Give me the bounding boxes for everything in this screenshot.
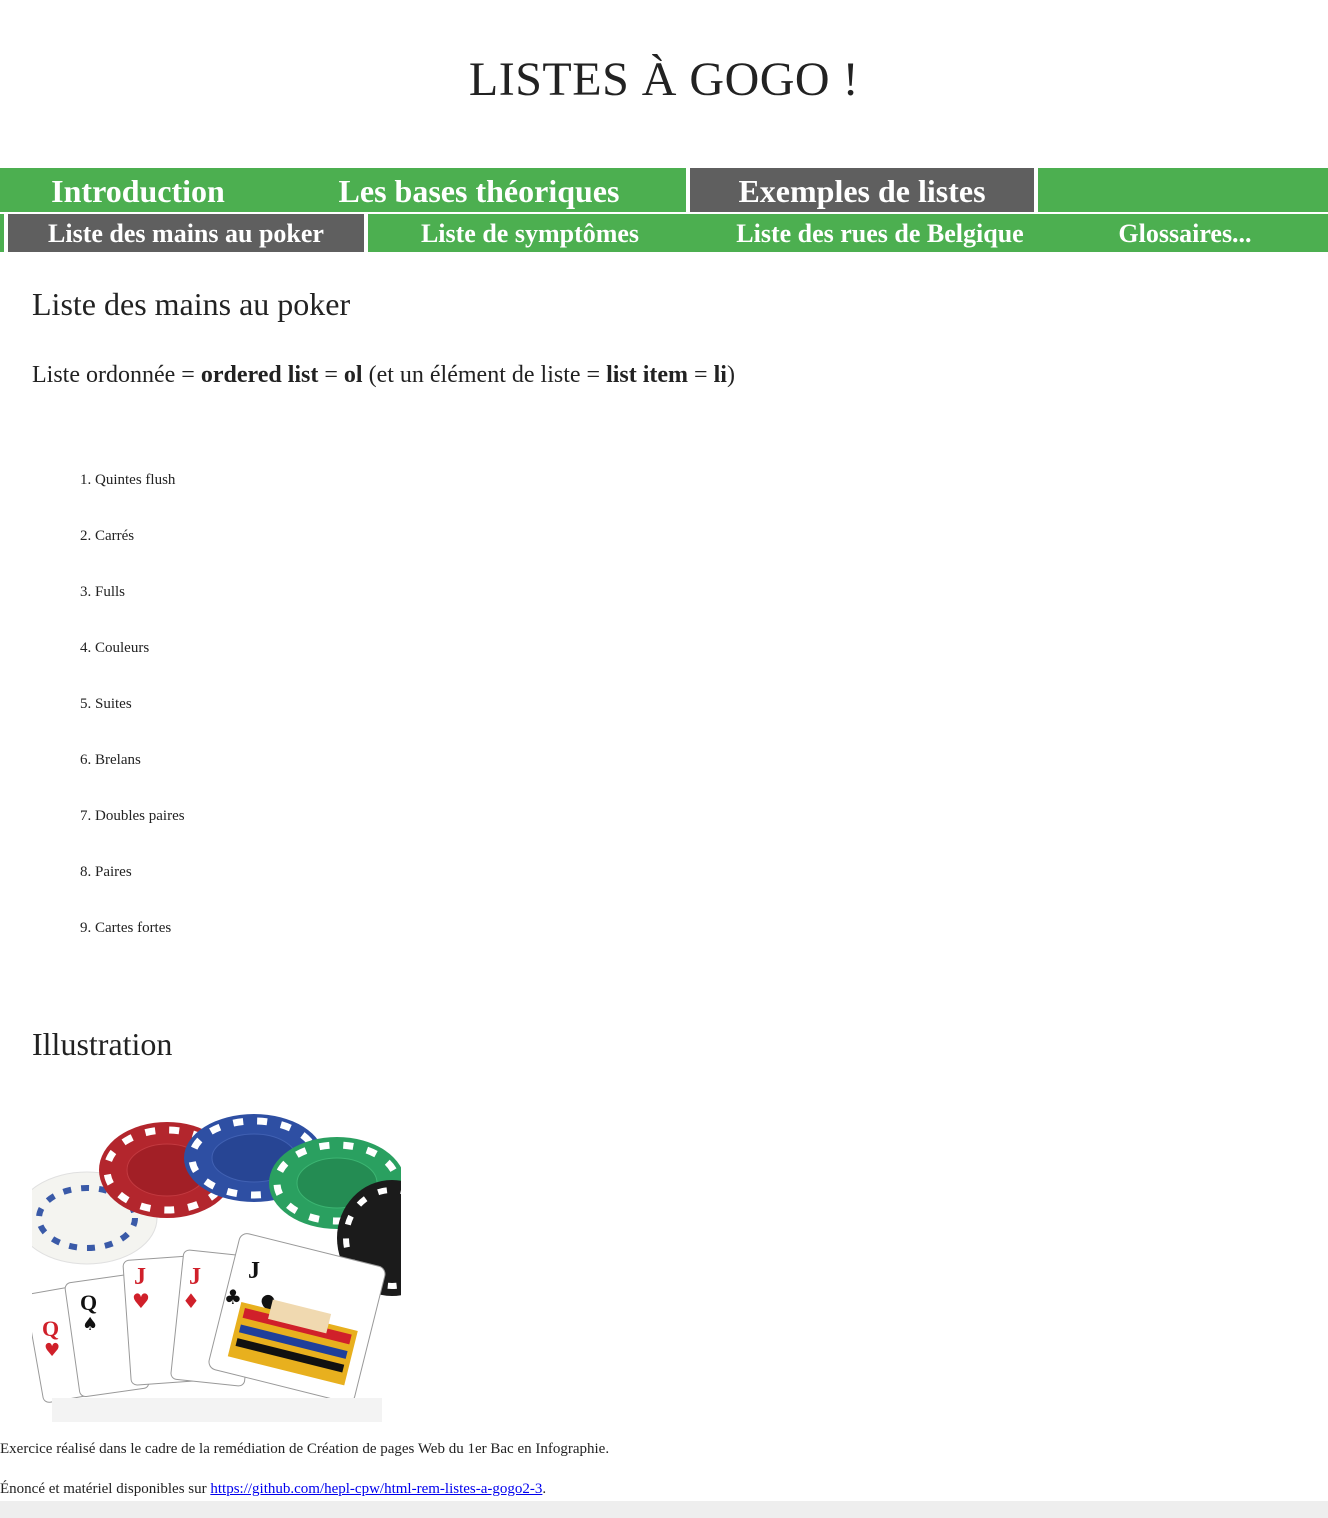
subnav-item-symptomes[interactable]: Liste de symptômes (380, 214, 680, 252)
main-nav: Introduction Les bases théoriques Exempl… (0, 168, 1328, 212)
list-item: 9. Cartes fortes (80, 920, 172, 936)
list-item: 8. Paires (80, 864, 132, 880)
svg-text:♠: ♠ (82, 1314, 98, 1335)
subnav-item-mains-poker[interactable]: Liste des mains au poker (8, 214, 364, 252)
intro-keyword: li (713, 362, 727, 388)
list-item: 3. Fulls (80, 584, 126, 600)
svg-text:Q: Q (42, 1316, 59, 1341)
intro-part: Liste ordonnée = (32, 362, 201, 388)
site-title: LISTES À GOGO ! (468, 53, 860, 106)
list-item: 2. Carrés (80, 528, 135, 544)
svg-text:Q: Q (80, 1290, 97, 1315)
intro-text: Liste ordonnée = ordered list = ol (et u… (32, 362, 735, 389)
intro-part: = (688, 362, 714, 388)
list-item: 1. Quintes flush (80, 472, 176, 488)
nav-separator (1034, 168, 1038, 212)
intro-keyword: ordered list (200, 362, 319, 388)
nav-item-bases-theoriques[interactable]: Les bases théoriques (290, 168, 668, 212)
sub-nav: Liste des mains au poker Liste de symptô… (0, 212, 1328, 252)
list-item: 5. Suites (80, 696, 132, 712)
footer-note: Exercice réalisé dans le cadre de la rem… (0, 1441, 610, 1457)
section-heading: Liste des mains au poker (32, 286, 351, 322)
svg-text:J: J (189, 1264, 201, 1290)
footer-source-suffix: . (542, 1481, 547, 1497)
intro-keyword: list item (606, 362, 689, 388)
intro-part: ) (726, 362, 735, 388)
nav-separator (364, 214, 368, 252)
svg-text:♥: ♥ (44, 1340, 60, 1361)
svg-text:J: J (134, 1264, 146, 1290)
list-item: 4. Couleurs (80, 640, 150, 656)
intro-keyword: ol (343, 362, 363, 388)
illustration-heading: Illustration (32, 1026, 173, 1062)
subnav-item-rues-belgique[interactable]: Liste des rues de Belgique (700, 214, 1060, 252)
list-item: 7. Doubles paires (80, 808, 185, 824)
github-link[interactable]: https://github.com/hepl-cpw/html-rem-lis… (210, 1481, 542, 1497)
footer-source-prefix: Énoncé et matériel disponibles sur (0, 1481, 211, 1497)
svg-text:♥: ♥ (132, 1289, 150, 1313)
svg-text:♣: ♣ (224, 1285, 242, 1309)
footer-source: Énoncé et matériel disponibles sur https… (0, 1481, 546, 1498)
intro-part: = (318, 362, 344, 388)
svg-text:J: J (248, 1258, 260, 1284)
poker-hands-list: 1. Quintes flush 2. Carrés 3. Fulls 4. C… (80, 470, 185, 974)
list-item: 6. Brelans (80, 752, 141, 768)
intro-part: (et un élément de liste = (362, 362, 607, 388)
bottom-strip (0, 1501, 1328, 1518)
nav-item-exemples-de-listes[interactable]: Exemples de listes (690, 168, 1034, 212)
poker-illustration: Q ♥ Q ♠ J ♥ J ♦ J ♣ ♣ (32, 1108, 401, 1422)
nav-item-introduction[interactable]: Introduction (12, 168, 264, 212)
subnav-item-glossaires[interactable]: Glossaires... (1090, 214, 1280, 252)
svg-text:♦: ♦ (182, 1289, 200, 1313)
